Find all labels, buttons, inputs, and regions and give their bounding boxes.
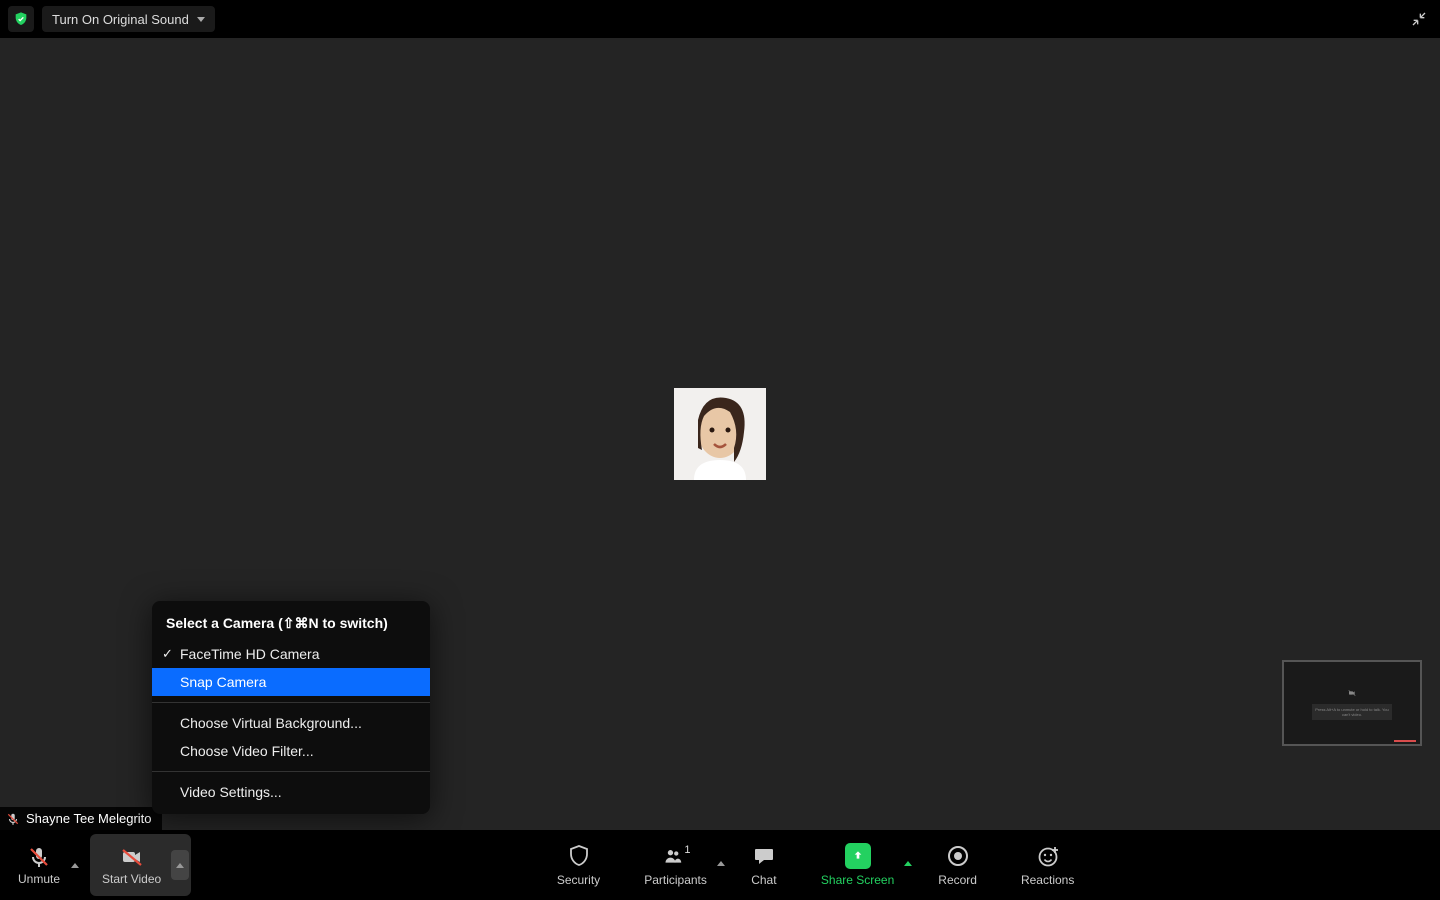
- record-icon: [945, 843, 971, 869]
- participants-button[interactable]: 1 Participants: [636, 839, 715, 891]
- participant-avatar: [674, 388, 766, 480]
- participants-count: 1: [684, 844, 690, 856]
- camera-option-facetime[interactable]: FaceTime HD Camera: [152, 640, 430, 668]
- self-view-thumbnail[interactable]: Press Alt+A to unmute or hold to talk. Y…: [1282, 660, 1422, 746]
- chevron-down-icon: [197, 17, 205, 22]
- unmute-label: Unmute: [18, 872, 60, 886]
- choose-video-filter[interactable]: Choose Video Filter...: [152, 737, 430, 765]
- participant-name-label: Shayne Tee Melegrito: [26, 811, 152, 826]
- camera-off-icon: [1347, 689, 1357, 697]
- original-sound-toggle[interactable]: Turn On Original Sound: [42, 6, 215, 32]
- camera-option-snap[interactable]: Snap Camera: [152, 668, 430, 696]
- chevron-up-icon: [904, 847, 912, 866]
- participants-caret[interactable]: [717, 847, 725, 861]
- chevron-up-icon: [717, 847, 725, 866]
- chat-button[interactable]: Chat: [743, 839, 785, 891]
- share-screen-icon: [845, 843, 871, 869]
- record-label: Record: [938, 873, 977, 887]
- mic-muted-icon: [26, 844, 52, 870]
- choose-virtual-background[interactable]: Choose Virtual Background...: [152, 709, 430, 737]
- mic-muted-icon: [6, 812, 20, 826]
- video-settings[interactable]: Video Settings...: [152, 778, 430, 806]
- start-video-label: Start Video: [102, 872, 161, 886]
- share-screen-label: Share Screen: [821, 873, 894, 887]
- chevron-up-icon: [176, 863, 184, 868]
- chat-label: Chat: [751, 873, 776, 887]
- menu-separator: [152, 771, 430, 772]
- reactions-button[interactable]: Reactions: [1013, 839, 1082, 891]
- audio-options-caret[interactable]: [66, 850, 84, 880]
- video-options-menu: Select a Camera (⇧⌘N to switch) FaceTime…: [152, 601, 430, 814]
- security-label: Security: [557, 873, 600, 887]
- share-screen-button[interactable]: Share Screen: [813, 839, 902, 891]
- menu-separator: [152, 702, 430, 703]
- participants-label: Participants: [644, 873, 707, 887]
- participants-icon: 1: [663, 843, 689, 869]
- reactions-icon: [1035, 843, 1061, 869]
- meeting-toolbar: Unmute Start Video Se: [0, 830, 1440, 900]
- chat-icon: [751, 843, 777, 869]
- video-menu-header: Select a Camera (⇧⌘N to switch): [152, 609, 430, 640]
- start-video-button[interactable]: Start Video: [96, 838, 167, 892]
- self-view-hint: Press Alt+A to unmute or hold to talk. Y…: [1312, 704, 1392, 720]
- exit-fullscreen-icon[interactable]: [1406, 6, 1432, 32]
- security-button[interactable]: Security: [549, 839, 608, 891]
- encryption-shield-icon[interactable]: [8, 6, 34, 32]
- video-options-caret[interactable]: [171, 850, 189, 880]
- share-screen-caret[interactable]: [904, 847, 912, 861]
- record-button[interactable]: Record: [930, 839, 985, 891]
- chevron-up-icon: [71, 863, 79, 868]
- shield-icon: [566, 843, 592, 869]
- reactions-label: Reactions: [1021, 873, 1074, 887]
- original-sound-label: Turn On Original Sound: [52, 12, 189, 27]
- participant-name-tag: Shayne Tee Melegrito: [0, 807, 162, 830]
- top-bar: Turn On Original Sound: [0, 0, 1440, 38]
- self-view-indicator: [1394, 740, 1416, 742]
- unmute-button[interactable]: Unmute: [12, 838, 66, 892]
- camera-off-icon: [119, 844, 145, 870]
